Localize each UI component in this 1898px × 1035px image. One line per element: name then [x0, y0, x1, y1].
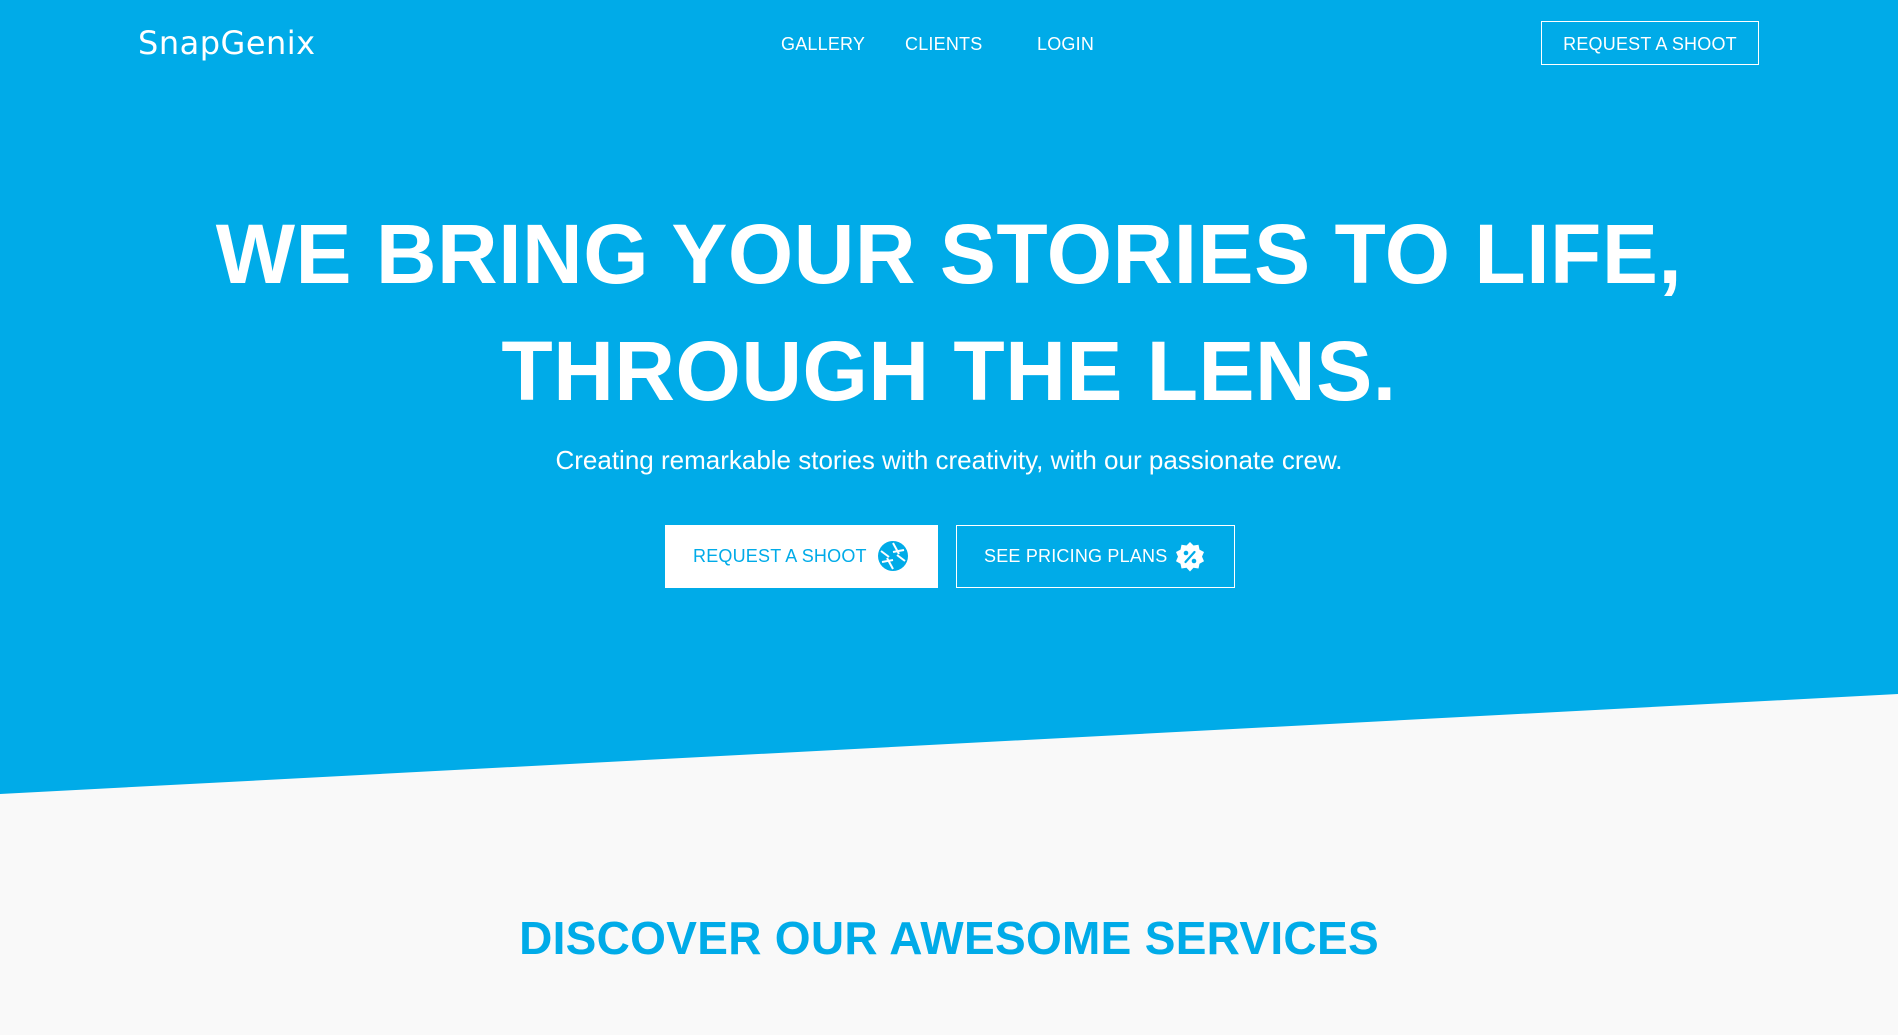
camera-aperture-icon: [877, 540, 909, 572]
hero-headline-line1: WE BRING YOUR STORIES TO LIFE,: [215, 207, 1683, 301]
discount-badge-icon: [1174, 541, 1206, 573]
logo-text: SnapGenix: [138, 24, 316, 62]
nav-clients[interactable]: CLIENTS: [905, 30, 982, 58]
hero-headline-line2: THROUGH THE LENS.: [501, 324, 1397, 418]
logo[interactable]: SnapGenix: [138, 22, 316, 64]
nav-login[interactable]: LOGIN: [1037, 30, 1094, 58]
hero-request-shoot-label: REQUEST A SHOOT: [693, 546, 867, 566]
services-section-title: DISCOVER OUR AWESOME SERVICES: [519, 912, 1379, 964]
nav-gallery[interactable]: GALLERY: [781, 30, 865, 58]
hero-subtitle: Creating remarkable stories with creativ…: [555, 445, 1343, 475]
header-request-shoot-button[interactable]: REQUEST A SHOOT: [1541, 21, 1759, 65]
hero-pricing-plans-label: SEE PRICING PLANS: [984, 546, 1168, 566]
hero-pricing-plans-button[interactable]: SEE PRICING PLANS: [956, 525, 1235, 588]
hero-request-shoot-button[interactable]: REQUEST A SHOOT: [665, 525, 938, 588]
site-header: SnapGenix GALLERY CLIENTS LOGIN REQUEST …: [0, 0, 1898, 88]
